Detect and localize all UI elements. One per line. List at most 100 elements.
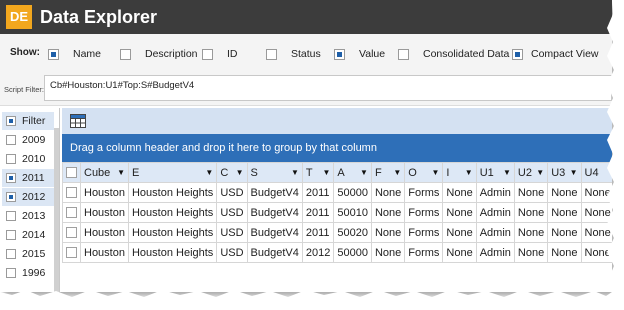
table-cell[interactable]: BudgetV4: [246, 242, 303, 263]
table-cell[interactable]: Admin: [475, 182, 515, 203]
table-cell[interactable]: 2012: [301, 242, 335, 263]
table-cell[interactable]: None: [547, 182, 582, 203]
table-cell[interactable]: Houston: [80, 182, 129, 203]
table-cell[interactable]: Houston Heights: [127, 222, 218, 243]
column-header[interactable]: U3 ▼: [547, 162, 582, 183]
table-row[interactable]: Houston Houston Heights USD BudgetV4 2011 500…: [62, 182, 612, 203]
table-cell[interactable]: BudgetV4: [246, 182, 303, 203]
filter-funnel-icon[interactable]: ▼: [205, 168, 213, 177]
filter-funnel-icon[interactable]: ▼: [291, 168, 299, 177]
table-cell[interactable]: Forms: [404, 182, 444, 203]
filter-funnel-icon[interactable]: ▼: [465, 168, 473, 177]
filter-scrollbar[interactable]: [54, 128, 59, 292]
table-cell[interactable]: None: [370, 182, 406, 203]
row-select-cell[interactable]: [62, 202, 81, 223]
filter-item[interactable]: 2013: [2, 207, 54, 225]
status-checkbox[interactable]: [266, 48, 277, 60]
filter-item-checkbox[interactable]: [6, 268, 16, 278]
table-cell[interactable]: None: [513, 242, 549, 263]
table-cell[interactable]: None: [442, 182, 477, 203]
table-cell[interactable]: None: [513, 202, 549, 223]
filter-item-checkbox[interactable]: [6, 249, 16, 259]
table-cell[interactable]: USD: [216, 222, 248, 243]
table-cell[interactable]: None: [370, 242, 406, 263]
table-cell[interactable]: BudgetV4: [246, 222, 303, 243]
filter-checkbox[interactable]: [6, 116, 16, 126]
table-cell[interactable]: None: [547, 202, 582, 223]
table-cell[interactable]: USD: [216, 242, 248, 263]
table-cell[interactable]: None: [580, 202, 612, 223]
show-status-option[interactable]: Status: [266, 47, 321, 61]
filter-item-checkbox[interactable]: [6, 173, 16, 183]
filter-funnel-icon[interactable]: ▼: [322, 168, 330, 177]
table-cell[interactable]: 2011: [301, 222, 335, 243]
table-cell[interactable]: 50010: [333, 202, 372, 223]
column-header[interactable]: F ▼: [370, 162, 406, 183]
show-description-option[interactable]: Description: [120, 47, 198, 61]
column-header[interactable]: S ▼: [246, 162, 303, 183]
table-cell[interactable]: Admin: [475, 202, 515, 223]
row-checkbox[interactable]: [66, 227, 77, 239]
show-id-option[interactable]: ID: [202, 47, 238, 61]
column-header[interactable]: T ▼: [301, 162, 335, 183]
table-cell[interactable]: USD: [216, 182, 248, 203]
filter-funnel-icon[interactable]: ▼: [236, 168, 244, 177]
filter-item[interactable]: 2015: [2, 245, 54, 263]
table-cell[interactable]: Houston: [80, 202, 129, 223]
filter-item[interactable]: 2011: [2, 169, 54, 187]
column-header[interactable]: A ▼: [333, 162, 372, 183]
compact-checkbox[interactable]: [512, 48, 523, 60]
table-cell[interactable]: None: [547, 222, 582, 243]
description-checkbox[interactable]: [120, 48, 131, 60]
table-cell[interactable]: None: [370, 222, 406, 243]
show-value-option[interactable]: Value: [334, 47, 385, 61]
column-header[interactable]: I ▼: [442, 162, 477, 183]
filter-funnel-icon[interactable]: ▼: [503, 168, 511, 177]
filter-funnel-icon[interactable]: ▼: [393, 168, 401, 177]
table-cell[interactable]: Forms: [404, 222, 444, 243]
script-filter-input[interactable]: Cb#Houston:U1#Top:S#BudgetV4: [44, 75, 612, 101]
row-select-cell[interactable]: [62, 182, 81, 203]
show-compact-option[interactable]: Compact View: [512, 47, 599, 61]
table-row[interactable]: Houston Houston Heights USD BudgetV4 2012 500…: [62, 242, 612, 263]
row-checkbox[interactable]: [66, 207, 77, 219]
filter-item-checkbox[interactable]: [6, 192, 16, 202]
table-cell[interactable]: None: [580, 222, 612, 243]
row-select-cell[interactable]: [62, 222, 81, 243]
table-cell[interactable]: Admin: [475, 242, 515, 263]
filter-item[interactable]: 2014: [2, 226, 54, 244]
row-select-cell[interactable]: [62, 242, 81, 263]
table-cell[interactable]: None: [442, 202, 477, 223]
column-header[interactable]: O ▼: [404, 162, 444, 183]
table-cell[interactable]: None: [513, 182, 549, 203]
filter-header[interactable]: Filter: [2, 112, 54, 130]
table-cell[interactable]: None: [442, 222, 477, 243]
id-checkbox[interactable]: [202, 48, 213, 60]
filter-item-checkbox[interactable]: [6, 230, 16, 240]
filter-item[interactable]: 2009: [2, 131, 54, 149]
filter-item-checkbox[interactable]: [6, 154, 16, 164]
select-all-checkbox[interactable]: [66, 167, 77, 179]
row-checkbox[interactable]: [66, 187, 77, 199]
grid-layout-icon[interactable]: [70, 114, 86, 128]
column-header[interactable]: U2 ▼: [513, 162, 549, 183]
column-header[interactable]: U1 ▼: [475, 162, 515, 183]
column-header[interactable]: E ▼: [127, 162, 218, 183]
table-cell[interactable]: USD: [216, 202, 248, 223]
table-cell[interactable]: BudgetV4: [246, 202, 303, 223]
filter-item-checkbox[interactable]: [6, 135, 16, 145]
group-drop-area[interactable]: Drag a column header and drop it here to…: [62, 134, 612, 162]
filter-item[interactable]: 2012: [2, 188, 54, 206]
table-cell[interactable]: 2011: [301, 202, 335, 223]
table-cell[interactable]: 50000: [333, 182, 372, 203]
show-consolidated-option[interactable]: Consolidated Data: [398, 47, 509, 61]
table-cell[interactable]: Houston Heights: [127, 182, 218, 203]
table-cell[interactable]: None: [580, 242, 612, 263]
filter-item-checkbox[interactable]: [6, 211, 16, 221]
filter-funnel-icon[interactable]: ▼: [536, 168, 544, 177]
table-cell[interactable]: 2011: [301, 182, 335, 203]
table-cell[interactable]: Houston Heights: [127, 242, 218, 263]
table-row[interactable]: Houston Houston Heights USD BudgetV4 2011 500…: [62, 222, 612, 243]
table-cell[interactable]: None: [580, 182, 612, 203]
table-cell[interactable]: None: [547, 242, 582, 263]
